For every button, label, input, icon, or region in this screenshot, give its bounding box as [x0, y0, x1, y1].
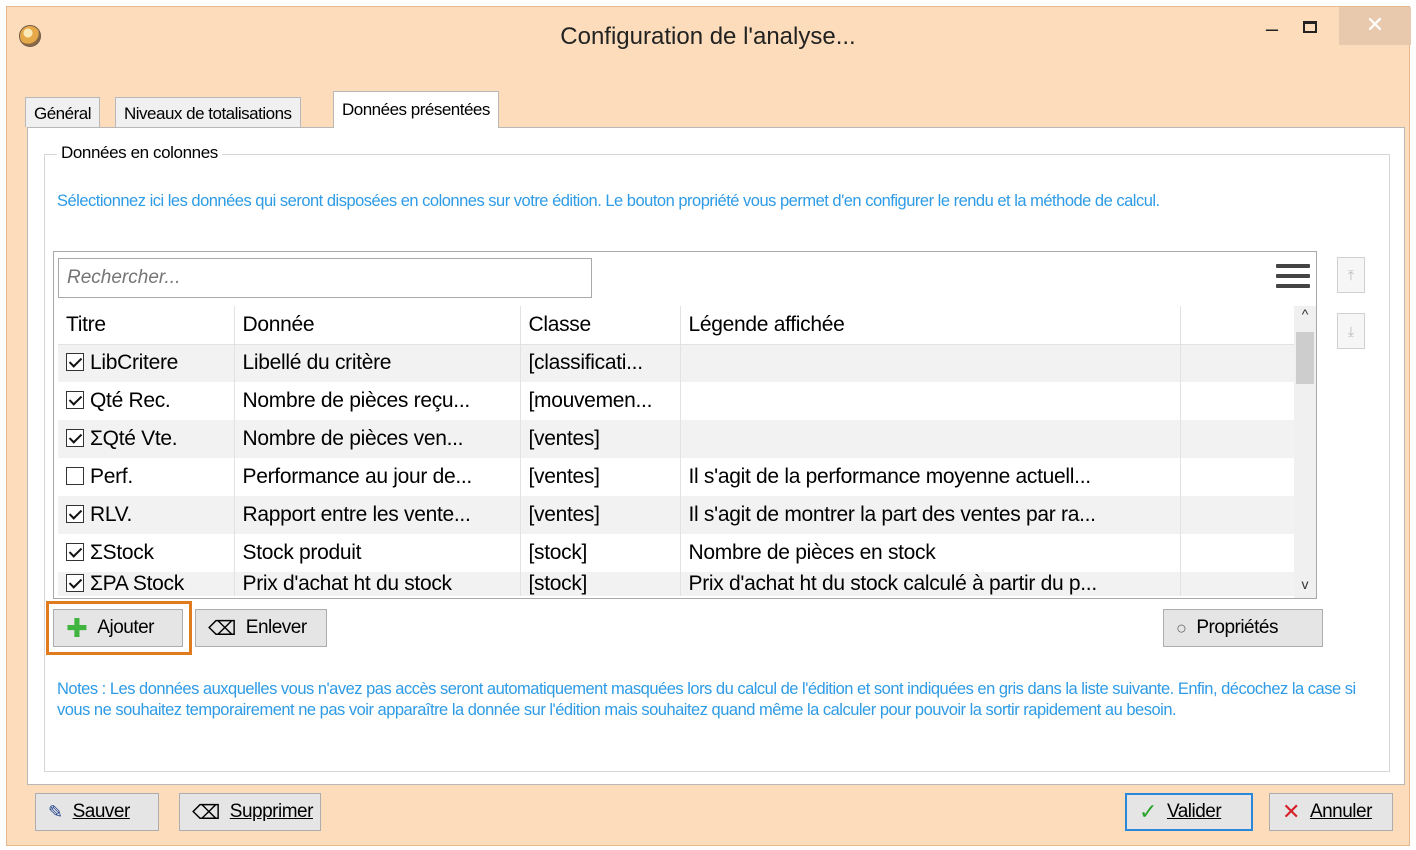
- add-button[interactable]: ✚ Ajouter: [53, 609, 183, 647]
- row-checkbox[interactable]: [66, 467, 84, 485]
- vertical-scrollbar[interactable]: ^ v: [1294, 306, 1316, 598]
- legende-cell: [680, 382, 1181, 420]
- table-row[interactable]: ΣQté Vte. Nombre de pièces ven... [vente…: [58, 420, 1295, 458]
- legende-cell: Il s'agit de montrer la part des ventes …: [680, 496, 1181, 534]
- classe-cell: [ventes]: [520, 458, 681, 496]
- notes-text: Notes : Les données auxquelles vous n'av…: [57, 680, 1356, 719]
- tab-donnees-presentees[interactable]: Données présentées: [333, 91, 499, 128]
- cross-icon: ✕: [1282, 799, 1300, 824]
- column-header-donnee[interactable]: Donnée: [234, 306, 521, 345]
- classe-cell: [ventes]: [520, 420, 681, 458]
- tab-general[interactable]: Général: [25, 97, 100, 127]
- titre-cell: RLV.: [58, 496, 235, 534]
- table-row[interactable]: Perf. Performance au jour de... [ventes]…: [58, 458, 1295, 496]
- classe-cell: [classificati...: [520, 344, 681, 382]
- search-input[interactable]: [58, 258, 592, 298]
- data-grid: Titre Donnée Classe Légende affichée Lib…: [53, 251, 1317, 599]
- column-header-classe[interactable]: Classe: [520, 306, 681, 345]
- row-checkbox[interactable]: [66, 429, 84, 447]
- columns-table: Titre Donnée Classe Légende affichée Lib…: [58, 306, 1295, 596]
- classe-cell: [stock]: [520, 572, 681, 596]
- check-icon: ✓: [1139, 799, 1157, 824]
- row-checkbox[interactable]: [66, 391, 84, 409]
- row-checkbox[interactable]: [66, 574, 84, 592]
- donnee-cell: Nombre de pièces reçu...: [234, 382, 521, 420]
- window-title: Configuration de l'analyse...: [560, 23, 856, 50]
- donnee-cell: Prix d'achat ht du stock: [234, 572, 521, 596]
- row-checkbox[interactable]: [66, 543, 84, 561]
- titre-cell: Qté Rec.: [58, 382, 235, 420]
- info-text: Sélectionnez ici les données qui seront …: [57, 192, 1160, 210]
- classe-cell: [mouvemen...: [520, 382, 681, 420]
- table-header-row: Titre Donnée Classe Légende affichée: [58, 306, 1295, 345]
- save-icon: ✎: [48, 801, 63, 822]
- move-up-icon[interactable]: ⤒: [1337, 257, 1365, 293]
- titre-cell: LibCritere: [58, 344, 235, 382]
- eraser-icon: ⌫: [192, 801, 220, 824]
- maximize-button[interactable]: [1303, 21, 1317, 33]
- remove-button[interactable]: ⌫ Enlever: [195, 609, 327, 647]
- classe-cell: [stock]: [520, 534, 681, 572]
- row-checkbox[interactable]: [66, 353, 84, 372]
- tab-niveaux-totalisations[interactable]: Niveaux de totalisations: [115, 97, 301, 127]
- delete-button[interactable]: ⌫ Supprimer: [179, 793, 321, 831]
- group-legend: Données en colonnes: [57, 143, 222, 163]
- properties-button[interactable]: ○ Propriétés: [1163, 609, 1323, 647]
- magnifier-icon: ○: [1176, 617, 1187, 638]
- donnees-colonnes-group: Données en colonnes Sélectionnez ici les…: [44, 143, 1390, 772]
- titre-cell: ΣPA Stock: [58, 572, 235, 596]
- titre-cell: Perf.: [58, 458, 235, 496]
- dialog-window: Configuration de l'analyse... – ✕ Généra…: [6, 6, 1411, 846]
- title-bar: Configuration de l'analyse... – ✕: [7, 7, 1411, 65]
- donnee-cell: Performance au jour de...: [234, 458, 521, 496]
- donnee-cell: Stock produit: [234, 534, 521, 572]
- legende-cell: [680, 344, 1181, 382]
- table-row[interactable]: Qté Rec. Nombre de pièces reçu... [mouve…: [58, 382, 1295, 420]
- table-row[interactable]: ΣStock Stock produit [stock] Nombre de p…: [58, 534, 1295, 572]
- tab-panel: Données en colonnes Sélectionnez ici les…: [27, 127, 1405, 785]
- table-row[interactable]: RLV. Rapport entre les vente... [ventes]…: [58, 496, 1295, 534]
- table-row[interactable]: LibCritere Libellé du critère [classific…: [58, 344, 1295, 382]
- column-header-empty: [1180, 306, 1295, 345]
- move-down-icon[interactable]: ⤓: [1337, 313, 1365, 349]
- legende-cell: Il s'agit de la performance moyenne actu…: [680, 458, 1181, 496]
- donnee-cell: Libellé du critère: [234, 344, 521, 382]
- scroll-up-icon[interactable]: ^: [1294, 306, 1316, 328]
- donnee-cell: Rapport entre les vente...: [234, 496, 521, 534]
- hamburger-menu-icon[interactable]: [1276, 264, 1310, 292]
- eraser-icon: ⌫: [208, 617, 236, 640]
- validate-button[interactable]: ✓ Valider: [1125, 793, 1253, 831]
- table-row[interactable]: ΣPA Stock Prix d'achat ht du stock [stoc…: [58, 572, 1295, 596]
- save-button[interactable]: ✎ Sauver: [35, 793, 159, 831]
- row-checkbox[interactable]: [66, 505, 84, 523]
- scroll-down-icon[interactable]: v: [1294, 576, 1316, 598]
- column-header-legende[interactable]: Légende affichée: [680, 306, 1181, 345]
- legende-cell: Nombre de pièces en stock: [680, 534, 1181, 572]
- close-button[interactable]: ✕: [1339, 7, 1411, 45]
- classe-cell: [ventes]: [520, 496, 681, 534]
- column-header-titre[interactable]: Titre: [58, 306, 235, 345]
- titre-cell: ΣStock: [58, 534, 235, 572]
- titre-cell: ΣQté Vte.: [58, 420, 235, 458]
- legende-cell: [680, 420, 1181, 458]
- legende-cell: Prix d'achat ht du stock calculé à parti…: [680, 572, 1181, 596]
- donnee-cell: Nombre de pièces ven...: [234, 420, 521, 458]
- minimize-button[interactable]: –: [1259, 15, 1285, 45]
- scroll-thumb[interactable]: [1296, 332, 1314, 384]
- cancel-button[interactable]: ✕ Annuler: [1269, 793, 1393, 831]
- plus-icon: ✚: [66, 613, 88, 643]
